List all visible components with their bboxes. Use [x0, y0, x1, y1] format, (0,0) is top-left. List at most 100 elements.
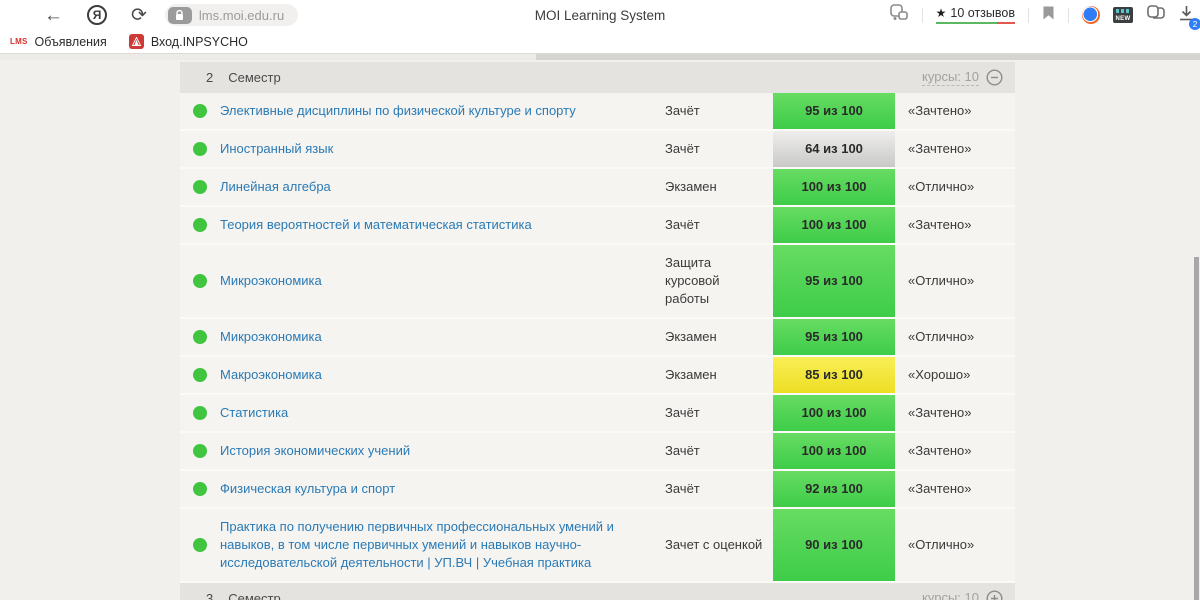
toolbar-right: ★ 10 отзывов NEW 2: [889, 0, 1200, 30]
status-cell: [180, 471, 220, 507]
grade-cell: «Зачтено»: [895, 131, 1015, 167]
status-cell: [180, 319, 220, 355]
site-reviews-widget[interactable]: ★ 10 отзывов: [935, 5, 1015, 25]
status-cell: [180, 169, 220, 205]
bookmark-label: Вход.INPSYCHO: [150, 34, 248, 49]
semester-title: Семестр: [228, 591, 281, 600]
score-cell[interactable]: 85 из 100: [773, 357, 895, 393]
score-cell[interactable]: 95 из 100: [773, 319, 895, 355]
course-name-cell: Линейная алгебра: [220, 169, 665, 205]
tab-groups-icon[interactable]: [889, 4, 909, 26]
vertical-scrollbar-thumb[interactable]: [1194, 257, 1199, 600]
control-type: Зачёт: [665, 443, 700, 458]
score-cell[interactable]: 100 из 100: [773, 433, 895, 469]
score-cell[interactable]: 100 из 100: [773, 207, 895, 243]
course-row: Линейная алгебра Экзамен 100 из 100 «Отл…: [180, 169, 1015, 207]
courses-count-link[interactable]: курсы: 10: [922, 590, 979, 600]
lms-gradebook-page: 2 Семестр курсы: 10 Элективные дисциплин…: [0, 60, 1200, 600]
status-dot-icon: [193, 330, 207, 344]
bookmark-icon[interactable]: [1042, 5, 1055, 26]
reviews-count: 10 отзывов: [950, 5, 1015, 20]
course-name-cell: Иностранный язык: [220, 131, 665, 167]
bookmark-item-announcements[interactable]: LMS Объявления: [10, 35, 107, 49]
course-link[interactable]: Теория вероятностей и математическая ста…: [220, 216, 532, 234]
downloads-badge: 2: [1189, 17, 1200, 30]
grade-label: «Зачтено»: [908, 103, 972, 118]
grade-label: «Зачтено»: [908, 481, 972, 496]
control-type: Зачет с оценкой: [665, 537, 763, 552]
control-type-cell: Экзамен: [665, 169, 773, 205]
status-dot-icon: [193, 104, 207, 118]
nav-buttons: ← Я ⟳: [0, 5, 147, 25]
grade-label: «Отлично»: [908, 329, 975, 344]
new-extension-icon[interactable]: NEW: [1113, 7, 1133, 23]
course-link[interactable]: Физическая культура и спорт: [220, 480, 395, 498]
grade-cell: «Зачтено»: [895, 93, 1015, 129]
score-cell[interactable]: 100 из 100: [773, 395, 895, 431]
expand-plus-icon[interactable]: [986, 590, 1003, 600]
control-type-cell: Экзамен: [665, 357, 773, 393]
status-dot-icon: [193, 406, 207, 420]
control-type: Экзамен: [665, 329, 717, 344]
grade-cell: «Хорошо»: [895, 357, 1015, 393]
lock-icon[interactable]: [167, 6, 192, 24]
score-cell[interactable]: 95 из 100: [773, 93, 895, 129]
course-name-cell: Элективные дисциплины по физической куль…: [220, 93, 665, 129]
divider: [921, 7, 923, 23]
semester-title: Семестр: [228, 70, 281, 85]
extension-icon[interactable]: [1082, 6, 1100, 24]
course-row: Практика по получению первичных професси…: [180, 509, 1015, 583]
browser-toolbar: ← Я ⟳ lms.moi.edu.ru MOI Learning System…: [0, 0, 1200, 30]
course-rows: Элективные дисциплины по физической куль…: [180, 93, 1015, 583]
course-row: Теория вероятностей и математическая ста…: [180, 207, 1015, 245]
course-link[interactable]: Микроэкономика: [220, 328, 322, 346]
grade-label: «Отлично»: [908, 273, 975, 288]
score-cell[interactable]: 90 из 100: [773, 509, 895, 581]
status-cell: [180, 207, 220, 243]
course-row: Микроэкономика Экзамен 95 из 100 «Отличн…: [180, 319, 1015, 357]
status-dot-icon: [193, 218, 207, 232]
grade-label: «Зачтено»: [908, 405, 972, 420]
control-type: Защита курсовой работы: [665, 255, 720, 306]
browser-window: ← Я ⟳ lms.moi.edu.ru MOI Learning System…: [0, 0, 1200, 600]
semester-number: 2: [206, 70, 214, 85]
course-name-cell: Физическая культура и спорт: [220, 471, 665, 507]
score-cell[interactable]: 100 из 100: [773, 169, 895, 205]
course-link[interactable]: История экономических учений: [220, 442, 410, 460]
back-icon[interactable]: ←: [44, 6, 63, 25]
downloads-icon[interactable]: 2: [1179, 5, 1200, 30]
course-link[interactable]: Статистика: [220, 404, 288, 422]
status-cell: [180, 93, 220, 129]
control-type-cell: Экзамен: [665, 319, 773, 355]
score-cell[interactable]: 92 из 100: [773, 471, 895, 507]
course-link[interactable]: Макроэкономика: [220, 366, 322, 384]
status-cell: [180, 357, 220, 393]
address-bar[interactable]: lms.moi.edu.ru: [164, 4, 299, 26]
status-cell: [180, 245, 220, 317]
course-row: Статистика Зачёт 100 из 100 «Зачтено»: [180, 395, 1015, 433]
courses-count-link[interactable]: курсы: 10: [922, 69, 979, 86]
yandex-icon[interactable]: Я: [87, 5, 107, 25]
control-type: Зачёт: [665, 217, 700, 232]
course-row: Микроэкономика Защита курсовой работы 95…: [180, 245, 1015, 319]
course-row: Физическая культура и спорт Зачёт 92 из …: [180, 471, 1015, 509]
control-type-cell: Зачёт: [665, 433, 773, 469]
score-cell[interactable]: 95 из 100: [773, 245, 895, 317]
side-panels-icon[interactable]: [1146, 4, 1166, 26]
status-cell: [180, 131, 220, 167]
control-type: Зачёт: [665, 405, 700, 420]
grade-cell: «Отлично»: [895, 169, 1015, 205]
divider: [1068, 7, 1069, 23]
course-link[interactable]: Элективные дисциплины по физической куль…: [220, 102, 576, 120]
course-link[interactable]: Практика по получению первичных професси…: [220, 518, 651, 572]
collapse-minus-icon[interactable]: [986, 69, 1003, 86]
control-type-cell: Зачёт: [665, 207, 773, 243]
course-link[interactable]: Линейная алгебра: [220, 178, 331, 196]
bookmark-label: Объявления: [34, 34, 107, 49]
course-link[interactable]: Микроэкономика: [220, 272, 322, 290]
status-dot-icon: [193, 368, 207, 382]
score-cell[interactable]: 64 из 100: [773, 131, 895, 167]
bookmark-item-inpsycho[interactable]: Вход.INPSYCHO: [128, 34, 248, 49]
refresh-icon[interactable]: ⟳: [131, 6, 147, 25]
course-link[interactable]: Иностранный язык: [220, 140, 333, 158]
